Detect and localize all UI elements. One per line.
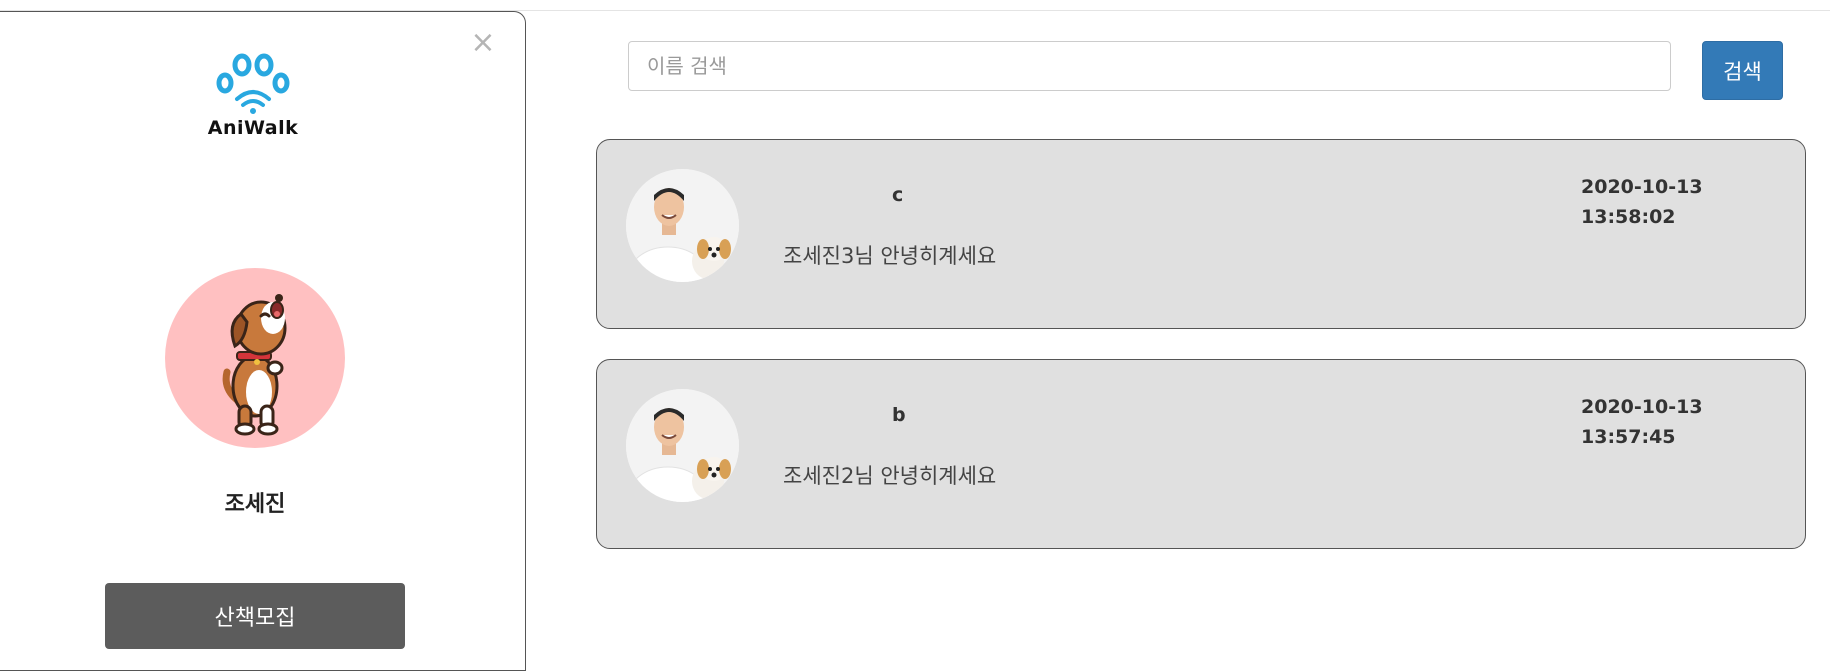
message-card[interactable]: b 조세진2님 안녕히계세요 2020-10-13 13:57:45	[596, 359, 1806, 549]
person-with-dog-photo	[626, 389, 739, 502]
sidebar: × AniWalk 조세진 산책모집	[0, 11, 526, 671]
profile-name: 조세진	[224, 492, 286, 517]
walk-recruit-button[interactable]: 산책모집	[105, 583, 405, 649]
message-text: 조세진2님 안녕히계세요	[783, 464, 997, 488]
message-time: 13:57:45	[1581, 426, 1676, 448]
logo-text: AniWalk	[207, 117, 299, 139]
message-date: 2020-10-13	[1581, 396, 1703, 418]
close-button[interactable]: ×	[470, 28, 496, 58]
dog-avatar	[222, 294, 287, 436]
sender-avatar	[626, 169, 739, 282]
person-with-dog-photo	[626, 169, 739, 282]
close-icon: ×	[470, 25, 496, 60]
message-card[interactable]: c 조세진3님 안녕히계세요 2020-10-13 13:58:02	[596, 139, 1806, 329]
message-sender: c	[892, 184, 904, 206]
search-input[interactable]	[628, 41, 1671, 91]
message-timestamp: 2020-10-13 13:57:45	[1581, 392, 1781, 452]
search-button[interactable]: 검색	[1702, 41, 1783, 100]
message-text: 조세진3님 안녕히계세요	[783, 244, 997, 268]
message-sender: b	[892, 404, 906, 426]
message-time: 13:58:02	[1581, 206, 1676, 228]
message-date: 2020-10-13	[1581, 176, 1703, 198]
sender-avatar	[626, 389, 739, 502]
profile-avatar[interactable]	[165, 268, 345, 448]
logo[interactable]: AniWalk	[203, 45, 303, 145]
paw-wifi-icon	[216, 53, 290, 114]
message-timestamp: 2020-10-13 13:58:02	[1581, 172, 1781, 232]
